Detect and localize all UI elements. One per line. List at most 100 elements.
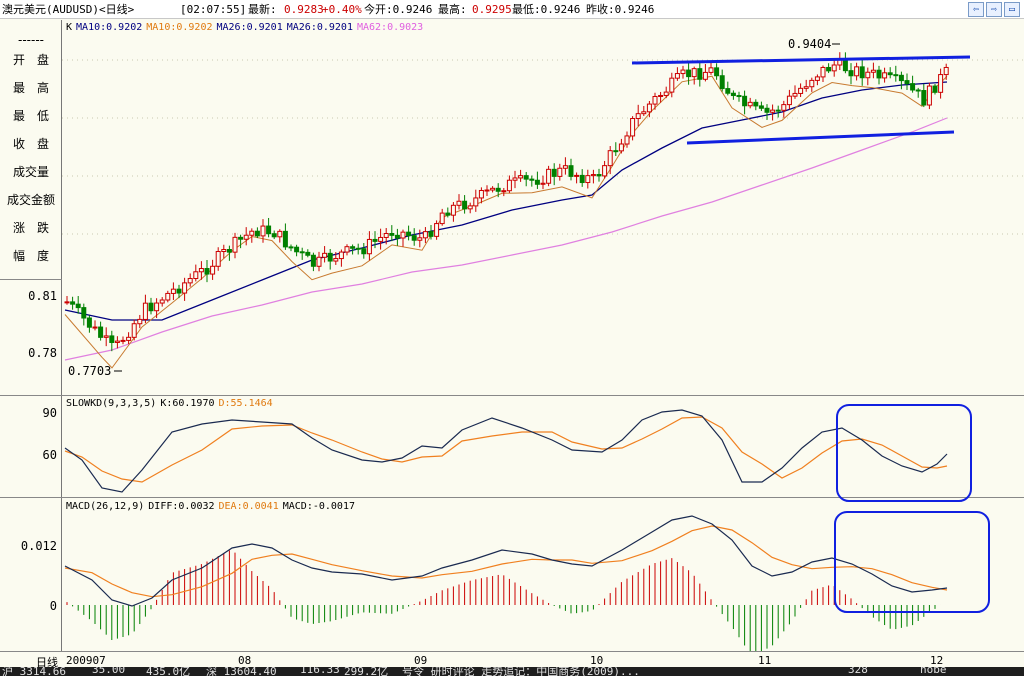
candle-body [674, 73, 680, 79]
candle-body [305, 251, 311, 256]
candle-body [585, 175, 591, 184]
candle-body [288, 246, 294, 249]
candle-body [86, 317, 92, 328]
candle-body [697, 68, 703, 80]
candle-body [204, 268, 210, 275]
price-tick-1: 0.78 [28, 346, 57, 360]
candle-body [646, 103, 652, 113]
forward-button[interactable]: ⇨ [986, 2, 1002, 17]
kd-highlight-box [836, 404, 972, 502]
candle-body [618, 143, 624, 152]
candle-body [277, 230, 283, 238]
k-line [64, 409, 948, 493]
candle-body [798, 87, 804, 94]
candle-body [540, 182, 546, 185]
candle-body [926, 85, 932, 106]
candle-body [131, 323, 137, 338]
title-bar: 澳元美元(AUDUSD)<日线> [02:07:55] 最新: 0.9283 +… [0, 0, 1024, 19]
candle-body [154, 302, 160, 312]
candle-body [350, 246, 356, 249]
macd-tick-1: 0 [49, 599, 57, 613]
candle-body [198, 268, 204, 273]
candle-body [590, 174, 596, 177]
candle-body [865, 71, 871, 79]
candle-body [428, 231, 434, 237]
amplitude-label: 幅 度 [12, 249, 49, 263]
window-button[interactable]: ▭ [1004, 2, 1020, 17]
candle-body [775, 109, 781, 112]
back-button[interactable]: ⇦ [968, 2, 984, 17]
candle-body [389, 232, 395, 236]
candle-body [400, 231, 406, 239]
candle-body [170, 288, 176, 294]
candle-body [882, 72, 888, 79]
candle-body [686, 69, 692, 78]
status-item: 328 [848, 667, 868, 676]
d-line [64, 416, 948, 483]
panel-divider [0, 395, 62, 396]
candle-body [70, 301, 76, 305]
candle-body [137, 318, 143, 325]
candle-body [663, 91, 669, 96]
candle-body [333, 258, 339, 262]
candle-body [221, 249, 227, 253]
candle-body [781, 104, 787, 111]
chart-area[interactable]: K MA10:0.9202 MA10:0.9202 MA26:0.9201 MA26:0… [62, 20, 1024, 651]
candle-body [148, 302, 154, 312]
candle-body [467, 205, 473, 210]
instrument-name: 澳元美元(AUDUSD)<日线> [2, 3, 135, 16]
candle-body [596, 174, 602, 177]
candle-body [462, 200, 468, 210]
kd-tick-1: 60 [42, 448, 57, 462]
grid-lines [62, 59, 1024, 235]
candle-body [372, 238, 378, 242]
candle-body [64, 301, 70, 304]
chart-canvas[interactable]: 0.9404 0.7703 [62, 20, 1024, 651]
candle-body [938, 74, 944, 93]
candle-body [652, 95, 658, 105]
candle-body [736, 95, 742, 98]
candle-body [786, 95, 792, 106]
candle-body [557, 167, 563, 177]
status-item: 沪 3314.66 [2, 667, 66, 676]
candle-body [383, 232, 389, 238]
candle-body [770, 109, 776, 113]
info-panel: ------ 开 盘 最 高 最 低 收 盘 成交量 成交金额 涨 跌 幅 度 … [0, 20, 62, 651]
candle-body [450, 204, 456, 216]
candle-body [702, 71, 708, 80]
macd-tick-0: 0.012 [20, 539, 57, 553]
candle-body [182, 282, 188, 294]
candle-body [904, 80, 910, 85]
candle-body [310, 254, 316, 267]
quote-time: [02:07:55] [180, 3, 247, 16]
candle-body [120, 339, 126, 342]
candle-body [142, 302, 148, 320]
candle-body [607, 150, 613, 167]
candle-body [266, 225, 272, 235]
status-item: 116.33 [300, 667, 340, 676]
candle-body [859, 66, 865, 79]
candle-body [260, 225, 266, 237]
candle-body [669, 77, 675, 93]
candle-body [579, 174, 585, 184]
open-price: 今开:0.9246 [364, 3, 433, 16]
candle-body [910, 83, 916, 91]
low-annotation: 0.7703 [68, 364, 111, 378]
candle-body [406, 231, 412, 237]
annotations: 0.9404 0.7703 [68, 37, 990, 613]
candle-body [456, 200, 462, 206]
candle-body [378, 236, 384, 242]
candle-body [764, 107, 770, 113]
candle-body [417, 237, 423, 241]
candle-body [238, 236, 244, 240]
candle-body [165, 292, 171, 301]
macd-highlight-box [834, 511, 990, 613]
candle-body [249, 230, 255, 236]
candle-body [176, 288, 182, 294]
dashes: ------ [18, 33, 44, 47]
candle-body [758, 105, 764, 109]
candle-body [842, 59, 848, 72]
status-bar: 沪 3314.66 35.00 435.0亿 深 13604.40 116.33… [0, 667, 1024, 676]
volume-label: 成交量 [12, 165, 49, 179]
price-tick-0: 0.81 [28, 289, 57, 303]
